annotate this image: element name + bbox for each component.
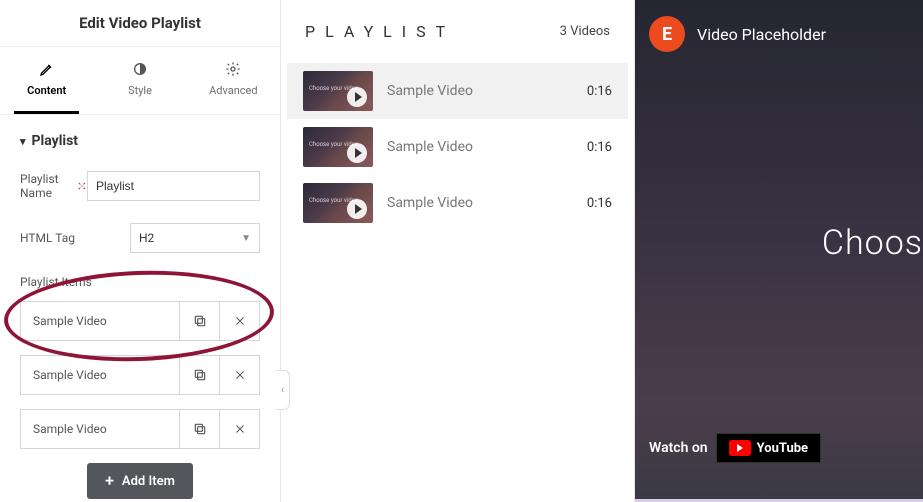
html-tag-row: HTML Tag H2 ▼ (20, 223, 260, 253)
playlist-row-title: Sample Video (387, 83, 573, 99)
duplicate-button[interactable] (179, 302, 219, 340)
playlist-row[interactable]: Choose your video Sample Video 0:16 (287, 119, 628, 175)
playlist-item-title: Sample Video (21, 410, 179, 448)
playlist-row-title: Sample Video (387, 195, 573, 211)
youtube-label: YouTube (757, 441, 808, 456)
copy-icon (193, 422, 207, 436)
playlist-items-label: Playlist Items (20, 275, 260, 289)
html-tag-select[interactable]: H2 ▼ (130, 223, 260, 253)
remove-button[interactable] (219, 302, 259, 340)
play-icon (347, 87, 367, 107)
watch-on-youtube-button[interactable]: YouTube (716, 433, 821, 463)
editor-tabs: Content Style Advanced (0, 47, 280, 115)
plus-icon: + (105, 473, 114, 489)
section-heading-label: Playlist (32, 133, 79, 149)
section-heading[interactable]: ▾ Playlist (20, 133, 260, 149)
video-thumbnail: Choose your video (303, 71, 373, 111)
copy-icon (193, 368, 207, 382)
gear-icon (225, 61, 241, 77)
editor-title: Edit Video Playlist (0, 0, 280, 47)
close-icon (234, 423, 246, 435)
watch-on-label: Watch on (649, 440, 708, 456)
tab-content-label: Content (27, 84, 66, 97)
tab-style[interactable]: Style (93, 47, 186, 114)
playlist-row-title: Sample Video (387, 139, 573, 155)
playlist-row[interactable]: Choose your video Sample Video 0:16 (287, 175, 628, 231)
chevron-left-icon: ‹ (281, 385, 284, 396)
playlist-item[interactable]: Sample Video (20, 409, 260, 449)
playlist-rows: Choose your video Sample Video 0:16 Choo… (281, 63, 634, 231)
playlist-row-duration: 0:16 (587, 140, 612, 155)
playlist-row-duration: 0:16 (587, 84, 612, 99)
tab-content[interactable]: Content (0, 47, 93, 114)
duplicate-button[interactable] (179, 410, 219, 448)
video-footer: Watch on YouTube (635, 417, 923, 499)
close-icon (234, 369, 246, 381)
video-thumbnail: Choose your video (303, 183, 373, 223)
playlist-name-label: Playlist Name (20, 172, 71, 200)
caret-down-icon: ▾ (20, 135, 26, 148)
playlist-header: PLAYLIST 3 Videos (281, 0, 634, 63)
playlist-item-title: Sample Video (21, 302, 179, 340)
editor-sidebar: Edit Video Playlist Content Style Advanc… (0, 0, 281, 502)
add-item-button[interactable]: + Add Item (87, 463, 193, 499)
playlist-item[interactable]: Sample Video (20, 301, 260, 341)
copy-icon (193, 314, 207, 328)
html-tag-label: HTML Tag (20, 231, 75, 245)
video-title: Video Placeholder (697, 25, 826, 44)
playlist-preview: PLAYLIST 3 Videos Choose your video Samp… (281, 0, 635, 502)
pencil-icon (39, 61, 55, 77)
video-thumbnail: Choose your video (303, 127, 373, 167)
collapse-sidebar-handle[interactable]: ‹ (276, 370, 290, 410)
playlist-items: Sample Video Sample Video Sample Video (20, 301, 260, 449)
tab-advanced-label: Advanced (209, 84, 257, 97)
video-player: E Video Placeholder Choos Watch on YouTu… (635, 0, 923, 502)
youtube-icon (729, 440, 751, 456)
video-body[interactable]: Choos (635, 68, 923, 417)
section-playlist: ▾ Playlist Playlist Name HTML Tag H2 ▼ P… (0, 115, 280, 502)
contrast-icon (132, 61, 148, 77)
remove-button[interactable] (219, 410, 259, 448)
remove-button[interactable] (219, 356, 259, 394)
playlist-item[interactable]: Sample Video (20, 355, 260, 395)
tab-advanced[interactable]: Advanced (187, 47, 280, 114)
video-overlay-text: Choos (822, 223, 923, 263)
playlist-title: PLAYLIST (305, 22, 455, 41)
html-tag-value: H2 (139, 231, 154, 245)
close-icon (234, 315, 246, 327)
play-icon (347, 199, 367, 219)
add-item-label: Add Item (122, 474, 175, 489)
playlist-name-input[interactable] (87, 171, 260, 201)
playlist-name-row: Playlist Name (20, 171, 260, 201)
playlist-count: 3 Videos (560, 24, 610, 39)
chevron-down-icon: ▼ (241, 233, 251, 244)
playlist-row-duration: 0:16 (587, 196, 612, 211)
dynamic-icon[interactable] (77, 179, 87, 193)
playlist-row[interactable]: Choose your video Sample Video 0:16 (287, 63, 628, 119)
play-icon (347, 143, 367, 163)
video-header: E Video Placeholder (635, 0, 923, 68)
tab-style-label: Style (128, 84, 152, 97)
duplicate-button[interactable] (179, 356, 219, 394)
elementor-logo-icon: E (649, 16, 685, 52)
playlist-item-title: Sample Video (21, 356, 179, 394)
